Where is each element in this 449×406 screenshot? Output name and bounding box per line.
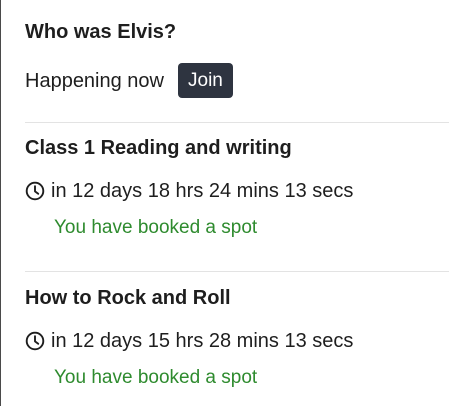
session-status-row: Happening now Join — [25, 63, 449, 98]
booking-status: You have booked a spot — [54, 217, 258, 238]
session-card-3: How to Rock and Roll in 12 days 15 hrs 2… — [1, 286, 449, 389]
join-button[interactable]: Join — [178, 63, 233, 98]
clock-icon — [25, 331, 45, 351]
session-title: Who was Elvis? — [25, 21, 177, 43]
divider — [25, 271, 449, 272]
booking-status-row: You have booked a spot — [25, 367, 449, 389]
booking-status: You have booked a spot — [54, 367, 258, 388]
session-countdown: in 12 days 18 hrs 24 mins 13 secs — [51, 180, 354, 202]
sessions-panel: Who was Elvis? Happening now Join Class … — [0, 0, 449, 406]
session-title: Class 1 Reading and writing — [25, 137, 292, 159]
session-card-1: Who was Elvis? Happening now Join — [1, 20, 449, 98]
session-countdown-row: in 12 days 15 hrs 28 mins 13 secs — [25, 329, 449, 353]
booking-status-row: You have booked a spot — [25, 217, 449, 239]
session-status: Happening now — [25, 69, 164, 92]
clock-icon — [25, 181, 45, 201]
session-card-2: Class 1 Reading and writing in 12 days 1… — [1, 136, 449, 239]
session-title: How to Rock and Roll — [25, 287, 231, 309]
session-countdown-row: in 12 days 18 hrs 24 mins 13 secs — [25, 179, 449, 203]
session-countdown: in 12 days 15 hrs 28 mins 13 secs — [51, 330, 354, 352]
divider — [25, 122, 449, 123]
